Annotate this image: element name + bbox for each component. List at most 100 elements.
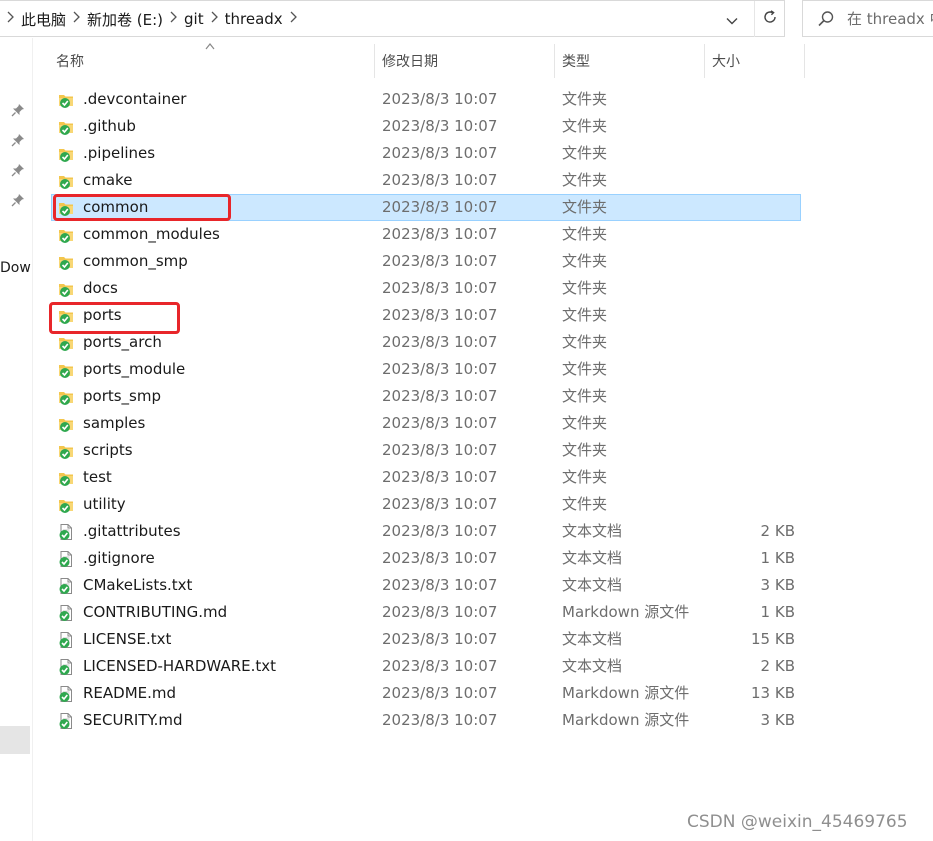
file-list-item[interactable]: ports_arch 2023/8/3 10:07 文件夹	[51, 329, 801, 356]
item-date: 2023/8/3 10:07	[382, 630, 498, 648]
item-type: 文件夹	[562, 360, 608, 378]
file-list-item[interactable]: ports 2023/8/3 10:07 文件夹	[51, 302, 801, 329]
item-name: test	[83, 468, 112, 486]
refresh-button[interactable]	[754, 1, 785, 37]
chevron-right-icon[interactable]	[289, 11, 297, 27]
chevron-right-icon[interactable]	[210, 11, 218, 27]
file-list-item[interactable]: common_smp 2023/8/3 10:07 文件夹	[51, 248, 801, 275]
git-file-icon	[57, 523, 75, 541]
item-date: 2023/8/3 10:07	[382, 144, 498, 162]
item-date: 2023/8/3 10:07	[382, 90, 498, 108]
nav-item-selected[interactable]	[0, 726, 30, 754]
item-name: ports_module	[83, 360, 186, 378]
address-bar[interactable]: 此电脑 新加卷 (E:) git threadx	[0, 0, 785, 37]
item-name: ports_smp	[83, 387, 162, 405]
column-header-date[interactable]: 修改日期	[375, 44, 554, 78]
chevron-right-icon[interactable]	[169, 11, 177, 27]
file-list-item[interactable]: CONTRIBUTING.md 2023/8/3 10:07 Markdown 源文…	[51, 599, 801, 626]
item-type: 文件夹	[562, 252, 608, 270]
breadcrumb-git[interactable]: git	[184, 10, 204, 28]
item-type: 文件夹	[562, 306, 608, 324]
navigation-pane[interactable]: Dow	[0, 38, 33, 841]
file-list-item[interactable]: .gitignore 2023/8/3 10:07 文本文档 1 KB	[51, 545, 801, 572]
search-box[interactable]	[802, 0, 933, 37]
breadcrumb-drive-e[interactable]: 新加卷 (E:)	[87, 9, 163, 30]
item-date: 2023/8/3 10:07	[382, 603, 498, 621]
file-list-item[interactable]: scripts 2023/8/3 10:07 文件夹	[51, 437, 801, 464]
address-history-button[interactable]	[718, 1, 746, 37]
git-folder-icon	[57, 307, 75, 325]
git-folder-icon	[57, 172, 75, 190]
item-date: 2023/8/3 10:07	[382, 576, 498, 594]
file-list-item[interactable]: test 2023/8/3 10:07 文件夹	[51, 464, 801, 491]
git-folder-icon	[57, 280, 75, 298]
file-list-item[interactable]: .pipelines 2023/8/3 10:07 文件夹	[51, 140, 801, 167]
git-folder-icon	[57, 91, 75, 109]
item-type: 文件夹	[562, 117, 608, 135]
item-date: 2023/8/3 10:07	[382, 522, 498, 540]
git-folder-icon	[57, 388, 75, 406]
file-list-item[interactable]: LICENSED-HARDWARE.txt 2023/8/3 10:07 文本文档 2…	[51, 653, 801, 680]
column-header-size[interactable]: 大小	[705, 44, 804, 78]
item-size: 3 KB	[760, 711, 795, 729]
pin-icon[interactable]	[11, 162, 25, 177]
chevron-right-icon[interactable]	[72, 11, 80, 27]
file-list-item[interactable]: docs 2023/8/3 10:07 文件夹	[51, 275, 801, 302]
pin-icon[interactable]	[11, 192, 25, 207]
item-type: Markdown 源文件	[562, 711, 690, 729]
file-list-item[interactable]: .gitattributes 2023/8/3 10:07 文本文档 2 KB	[51, 518, 801, 545]
file-list-item[interactable]: README.md 2023/8/3 10:07 Markdown 源文件 13 KB	[51, 680, 801, 707]
watermark: CSDN @weixin_45469765	[687, 812, 908, 832]
item-name: LICENSE.txt	[83, 630, 172, 648]
breadcrumb: 此电脑 新加卷 (E:) git threadx	[0, 1, 304, 37]
file-list-item[interactable]: .github 2023/8/3 10:07 文件夹	[51, 113, 801, 140]
item-date: 2023/8/3 10:07	[382, 468, 498, 486]
item-type: 文件夹	[562, 414, 608, 432]
file-list-item[interactable]: common_modules 2023/8/3 10:07 文件夹	[51, 221, 801, 248]
item-date: 2023/8/3 10:07	[382, 117, 498, 135]
file-list-item[interactable]: SECURITY.md 2023/8/3 10:07 Markdown 源文件 3 K…	[51, 707, 801, 734]
item-date: 2023/8/3 10:07	[382, 684, 498, 702]
file-list-item[interactable]: utility 2023/8/3 10:07 文件夹	[51, 491, 801, 518]
item-type: 文件夹	[562, 144, 608, 162]
file-list-item[interactable]: .devcontainer 2023/8/3 10:07 文件夹	[51, 86, 801, 113]
item-date: 2023/8/3 10:07	[382, 279, 498, 297]
file-list-item[interactable]: samples 2023/8/3 10:07 文件夹	[51, 410, 801, 437]
item-type: 文本文档	[562, 657, 623, 675]
search-input[interactable]	[847, 7, 933, 31]
pin-icon[interactable]	[11, 102, 25, 117]
column-header-type[interactable]: 类型	[555, 44, 704, 78]
file-list-item[interactable]: common 2023/8/3 10:07 文件夹	[51, 194, 801, 221]
item-type: 文件夹	[562, 441, 608, 459]
item-date: 2023/8/3 10:07	[382, 441, 498, 459]
item-name: cmake	[83, 171, 133, 189]
item-type: 文件夹	[562, 495, 608, 513]
item-type: Markdown 源文件	[562, 684, 690, 702]
git-folder-icon	[57, 469, 75, 487]
breadcrumb-threadx[interactable]: threadx	[225, 10, 283, 28]
item-name: .gitignore	[83, 549, 155, 567]
item-type: 文本文档	[562, 630, 623, 648]
item-size: 15 KB	[751, 630, 795, 648]
item-type: 文件夹	[562, 333, 608, 351]
item-name: .github	[83, 117, 136, 135]
column-header-name[interactable]: 名称	[51, 44, 374, 78]
file-list-item[interactable]: CMakeLists.txt 2023/8/3 10:07 文本文档 3 KB	[51, 572, 801, 599]
pin-icon[interactable]	[11, 132, 25, 147]
git-file-icon	[57, 712, 75, 730]
file-list-item[interactable]: ports_module 2023/8/3 10:07 文件夹	[51, 356, 801, 383]
chevron-right-icon[interactable]	[6, 11, 14, 27]
git-folder-icon	[57, 442, 75, 460]
file-list-item[interactable]: cmake 2023/8/3 10:07 文件夹	[51, 167, 801, 194]
column-divider[interactable]	[804, 44, 805, 78]
git-file-icon	[57, 550, 75, 568]
breadcrumb-this-pc[interactable]: 此电脑	[21, 9, 66, 30]
file-list-item[interactable]: LICENSE.txt 2023/8/3 10:07 文本文档 15 KB	[51, 626, 801, 653]
item-date: 2023/8/3 10:07	[382, 225, 498, 243]
refresh-icon	[762, 9, 778, 29]
git-file-icon	[57, 685, 75, 703]
nav-item-downloads[interactable]: Dow	[0, 260, 31, 276]
file-list-item[interactable]: ports_smp 2023/8/3 10:07 文件夹	[51, 383, 801, 410]
item-date: 2023/8/3 10:07	[382, 387, 498, 405]
item-type: 文件夹	[562, 468, 608, 486]
